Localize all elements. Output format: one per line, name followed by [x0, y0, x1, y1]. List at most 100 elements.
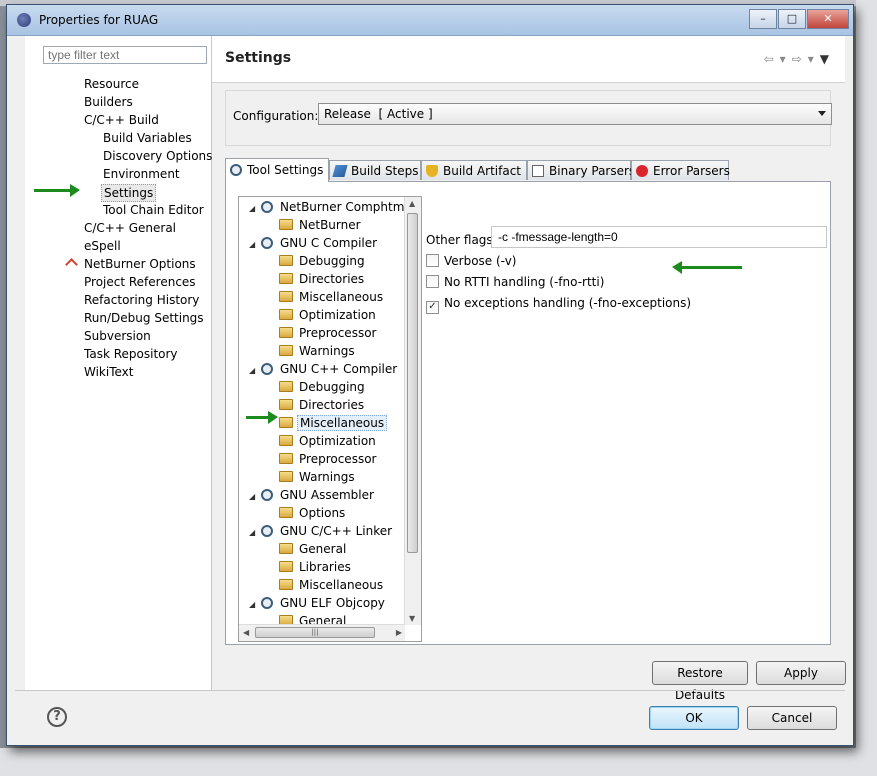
close-button[interactable]: ✕: [807, 9, 849, 29]
cancel-button[interactable]: Cancel: [747, 706, 837, 730]
annotation-arrow-settings: [34, 184, 80, 197]
nav-item-netburner-options[interactable]: NetBurner Options: [65, 256, 198, 272]
checkbox-checked[interactable]: ✓: [426, 301, 439, 314]
ok-button[interactable]: OK: [649, 706, 739, 730]
view-menu-icon[interactable]: ▼: [820, 52, 835, 66]
scroll-right-icon[interactable]: ▶: [396, 628, 402, 637]
tab-error-parsers[interactable]: Error Parsers: [631, 160, 730, 180]
minimize-button[interactable]: –: [749, 9, 777, 29]
nav-item-c-c-build[interactable]: C/C++ Build: [82, 112, 161, 128]
tree-option-node[interactable]: Debugging: [279, 253, 367, 270]
configuration-select[interactable]: Release [ Active ]: [318, 103, 832, 125]
nav-item-label: Run/Debug Settings: [84, 311, 204, 325]
tree-node-label: GNU C++ Compiler: [280, 362, 398, 376]
nav-item-tool-chain-editor[interactable]: Tool Chain Editor: [101, 202, 206, 218]
nav-item-label: Discovery Options: [103, 149, 213, 163]
tree-option-node[interactable]: Optimization: [279, 433, 378, 450]
nav-item-wikitext[interactable]: WikiText: [82, 364, 136, 380]
expand-toggle-icon[interactable]: ◢: [249, 200, 261, 217]
nav-item-task-repository[interactable]: Task Repository: [82, 346, 180, 362]
tab-tool-settings[interactable]: Tool Settings: [225, 158, 329, 182]
tree-node-label: GNU C/C++ Linker: [280, 524, 393, 538]
checkbox-unchecked[interactable]: [426, 275, 439, 288]
nav-item-label: Project References: [84, 275, 196, 289]
scroll-up-icon[interactable]: ▲: [409, 199, 415, 208]
eclipse-icon: [17, 13, 31, 27]
tab-binary-parsers[interactable]: Binary Parsers: [527, 160, 635, 180]
tree-option-node[interactable]: Directories: [279, 397, 366, 414]
maximize-button[interactable]: □: [778, 9, 806, 29]
checkbox-row[interactable]: Verbose (-v): [426, 254, 516, 268]
window-controls: – □ ✕: [748, 9, 849, 29]
tree-option-node[interactable]: Miscellaneous: [279, 577, 385, 594]
tree-option-node[interactable]: NetBurner: [279, 217, 363, 234]
expand-toggle-icon[interactable]: ◢: [249, 236, 261, 253]
tree-option-node[interactable]: General: [279, 541, 348, 558]
restore-defaults-button[interactable]: Restore Defaults: [652, 661, 748, 702]
nav-item-c-c-general[interactable]: C/C++ General: [82, 220, 178, 236]
tree-option-node[interactable]: Miscellaneous: [279, 289, 385, 306]
back-menu-icon[interactable]: ▾: [780, 52, 792, 66]
tree-option-node[interactable]: Preprocessor: [279, 325, 378, 342]
tree-tool-node[interactable]: ◢ GNU C++ Compiler: [249, 361, 399, 378]
tree-option-node[interactable]: Debugging: [279, 379, 367, 396]
tree-node-label: Debugging: [299, 254, 365, 268]
window-title: Properties for RUAG: [39, 13, 159, 27]
scroll-down-icon[interactable]: ▼: [409, 614, 415, 623]
expand-toggle-icon[interactable]: ◢: [249, 488, 261, 505]
nav-item-label: Settings: [104, 186, 154, 200]
nav-item-label: WikiText: [84, 365, 134, 379]
option-folder-icon: [279, 399, 293, 410]
tree-tool-node[interactable]: ◢ NetBurner Comphtml: [249, 199, 410, 216]
nav-item-discovery-options[interactable]: Discovery Options: [101, 148, 214, 164]
expand-toggle-icon[interactable]: ◢: [249, 596, 261, 613]
tree-option-node[interactable]: Warnings: [279, 343, 357, 360]
annotation-arrow-no-exceptions: [672, 261, 742, 274]
expand-toggle-icon[interactable]: ◢: [249, 524, 261, 541]
nav-item-builders[interactable]: Builders: [82, 94, 135, 110]
nav-item-build-variables[interactable]: Build Variables: [101, 130, 194, 146]
tree-tool-node[interactable]: ◢ GNU ELF Objcopy: [249, 595, 387, 612]
tree-option-node[interactable]: Options: [279, 505, 347, 522]
tree-tool-node[interactable]: ◢ GNU C Compiler: [249, 235, 379, 252]
checkbox-unchecked[interactable]: [426, 254, 439, 267]
tool-gear-icon: [261, 363, 273, 375]
checkbox-row[interactable]: No RTTI handling (-fno-rtti): [426, 275, 604, 289]
vertical-scroll-thumb[interactable]: [407, 213, 418, 553]
nav-item-environment[interactable]: Environment: [101, 166, 182, 182]
expand-toggle-icon[interactable]: ◢: [249, 362, 261, 379]
forward-menu-icon[interactable]: ▾: [808, 52, 820, 66]
tree-option-node[interactable]: Directories: [279, 271, 366, 288]
tree-option-node[interactable]: Preprocessor: [279, 451, 378, 468]
nav-item-run-debug-settings[interactable]: Run/Debug Settings: [82, 310, 206, 326]
tree-option-node[interactable]: Warnings: [279, 469, 357, 486]
tree-vertical-scrollbar[interactable]: ▲ ▼: [404, 197, 421, 625]
forward-arrow-icon[interactable]: ⇨: [792, 52, 808, 66]
nav-item-settings[interactable]: Settings: [101, 184, 157, 202]
nav-item-resource[interactable]: Resource: [82, 76, 141, 92]
horizontal-scroll-thumb[interactable]: |||: [255, 627, 375, 638]
help-icon[interactable]: ?: [47, 707, 67, 727]
apply-button[interactable]: Apply: [756, 661, 846, 685]
tree-horizontal-scrollbar[interactable]: ◀ ||| ▶: [239, 624, 405, 641]
title-bar[interactable]: Properties for RUAG – □ ✕: [7, 5, 853, 36]
scroll-left-icon[interactable]: ◀: [243, 628, 249, 637]
nav-item-subversion[interactable]: Subversion: [82, 328, 153, 344]
nav-item-espell[interactable]: eSpell: [82, 238, 123, 254]
tree-tool-node[interactable]: ◢ GNU Assembler: [249, 487, 376, 504]
option-folder-icon: [279, 579, 293, 590]
filter-input[interactable]: [43, 46, 207, 64]
tree-option-node[interactable]: Miscellaneous: [279, 415, 388, 432]
checkbox-row[interactable]: ✓ No exceptions handling (-fno-exceptions…: [426, 296, 691, 314]
nav-item-refactoring-history[interactable]: Refactoring History: [82, 292, 201, 308]
back-arrow-icon[interactable]: ⇦: [764, 52, 780, 66]
tab-build-steps[interactable]: Build Steps: [329, 160, 421, 180]
option-folder-icon: [279, 561, 293, 572]
tree-option-node[interactable]: Libraries: [279, 559, 353, 576]
tree-tool-node[interactable]: ◢ GNU C/C++ Linker: [249, 523, 394, 540]
tree-option-node[interactable]: Optimization: [279, 307, 378, 324]
other-flags-input[interactable]: [491, 226, 827, 248]
nav-item-project-references[interactable]: Project References: [82, 274, 198, 290]
tree-node-label: Miscellaneous: [299, 290, 384, 304]
tab-build-artifact[interactable]: Build Artifact: [421, 160, 527, 180]
